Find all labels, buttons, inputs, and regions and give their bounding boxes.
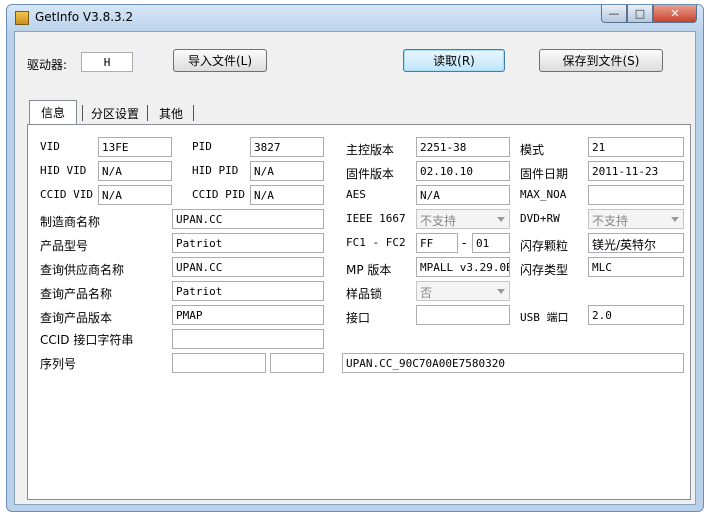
serial-field-b[interactable] bbox=[270, 353, 324, 373]
sample-lock-label: 样品锁 bbox=[346, 287, 383, 301]
chevron-down-icon bbox=[497, 289, 505, 294]
firmware-date-field[interactable]: 2011-11-23 bbox=[588, 161, 684, 181]
fc-label: FC1 - FC2 bbox=[346, 236, 406, 249]
tab-separator bbox=[147, 105, 148, 121]
fc1-field[interactable]: FF bbox=[416, 233, 458, 253]
query-vendor-label: 查询供应商名称 bbox=[40, 263, 125, 277]
sample-lock-combo[interactable]: 否 bbox=[416, 281, 510, 301]
max-noa-label: MAX_NOA bbox=[520, 188, 567, 201]
app-window: GetInfo V3.8.3.2 — □ ✕ 驱动器: H 导入文件(L) 读取… bbox=[6, 4, 704, 512]
hid-pid-field[interactable]: N/A bbox=[250, 161, 324, 181]
chevron-down-icon bbox=[497, 217, 505, 222]
aes-label: AES bbox=[346, 188, 366, 201]
chevron-down-icon bbox=[671, 217, 679, 222]
serial-label: 序列号 bbox=[40, 357, 77, 371]
sample-lock-combo-value: 否 bbox=[420, 286, 433, 300]
import-file-button[interactable]: 导入文件(L) bbox=[173, 49, 267, 72]
query-version-label: 查询产品版本 bbox=[40, 311, 113, 325]
fc2-field[interactable]: 01 bbox=[472, 233, 510, 253]
ieee-label: IEEE 1667 bbox=[346, 212, 406, 225]
pid-label: PID bbox=[192, 140, 212, 153]
title-bar[interactable]: GetInfo V3.8.3.2 — □ ✕ bbox=[7, 5, 703, 31]
dvd-rw-combo-value: 不支持 bbox=[592, 214, 629, 228]
save-to-file-button[interactable]: 保存到文件(S) bbox=[539, 49, 663, 72]
serial-field-a[interactable] bbox=[172, 353, 266, 373]
firmware-version-field[interactable]: 02.10.10 bbox=[416, 161, 510, 181]
query-product-label: 查询产品名称 bbox=[40, 287, 113, 301]
window-title: GetInfo V3.8.3.2 bbox=[35, 10, 134, 24]
drive-label: 驱动器: bbox=[27, 58, 68, 72]
ccid-pid-label: CCID PID bbox=[192, 188, 245, 201]
serial-full-field[interactable]: UPAN.CC_90C70A00E7580320 bbox=[342, 353, 684, 373]
tab-other[interactable]: 其他 bbox=[151, 102, 191, 124]
ccid-iface-field[interactable] bbox=[172, 329, 324, 349]
mp-version-label: MP 版本 bbox=[346, 263, 392, 277]
dvd-rw-label: DVD+RW bbox=[520, 212, 560, 225]
maximize-button[interactable]: □ bbox=[627, 5, 653, 23]
firmware-date-label: 固件日期 bbox=[520, 167, 569, 181]
aes-field[interactable]: N/A bbox=[416, 185, 510, 205]
query-product-field[interactable]: Patriot bbox=[172, 281, 324, 301]
flash-chip-field[interactable]: 镁光/英特尔 bbox=[588, 233, 684, 253]
ccid-iface-label: CCID 接口字符串 bbox=[40, 333, 134, 347]
product-model-field[interactable]: Patriot bbox=[172, 233, 324, 253]
controller-version-label: 主控版本 bbox=[346, 143, 395, 157]
mp-version-field[interactable]: MPALL v3.29.0B bbox=[416, 257, 510, 277]
hid-vid-field[interactable]: N/A bbox=[98, 161, 172, 181]
manufacturer-field[interactable]: UPAN.CC bbox=[172, 209, 324, 229]
query-vendor-field[interactable]: UPAN.CC bbox=[172, 257, 324, 277]
read-button[interactable]: 读取(R) bbox=[403, 49, 505, 72]
drive-field[interactable]: H bbox=[81, 52, 133, 72]
firmware-version-label: 固件版本 bbox=[346, 167, 395, 181]
flash-type-field[interactable]: MLC bbox=[588, 257, 684, 277]
dvd-rw-combo[interactable]: 不支持 bbox=[588, 209, 684, 229]
ieee-combo[interactable]: 不支持 bbox=[416, 209, 510, 229]
flash-type-label: 闪存类型 bbox=[520, 263, 569, 277]
interface-label: 接口 bbox=[346, 311, 371, 325]
info-panel: VID 13FE HID VID N/A CCID VID N/A PID 38… bbox=[27, 124, 691, 500]
query-version-field[interactable]: PMAP bbox=[172, 305, 324, 325]
hid-vid-label: HID VID bbox=[40, 164, 87, 177]
vid-field[interactable]: 13FE bbox=[98, 137, 172, 157]
mode-label: 模式 bbox=[520, 143, 545, 157]
mode-field[interactable]: 21 bbox=[588, 137, 684, 157]
tab-separator bbox=[82, 105, 83, 121]
hid-pid-label: HID PID bbox=[192, 164, 239, 177]
minimize-button[interactable]: — bbox=[601, 5, 627, 23]
pid-field[interactable]: 3827 bbox=[250, 137, 324, 157]
app-icon bbox=[15, 11, 29, 25]
usb-port-label: USB 端口 bbox=[520, 311, 569, 324]
interface-field[interactable] bbox=[416, 305, 510, 325]
ccid-pid-field[interactable]: N/A bbox=[250, 185, 324, 205]
ccid-vid-field[interactable]: N/A bbox=[98, 185, 172, 205]
close-button[interactable]: ✕ bbox=[653, 5, 697, 23]
controller-version-field[interactable]: 2251-38 bbox=[416, 137, 510, 157]
client-area: 驱动器: H 导入文件(L) 读取(R) 保存到文件(S) 信息 分区设置 其他… bbox=[14, 31, 696, 505]
tab-info[interactable]: 信息 bbox=[29, 100, 77, 124]
max-noa-field[interactable] bbox=[588, 185, 684, 205]
window-controls: — □ ✕ bbox=[601, 5, 697, 23]
vid-label: VID bbox=[40, 140, 60, 153]
product-model-label: 产品型号 bbox=[40, 239, 89, 253]
tab-partition[interactable]: 分区设置 bbox=[85, 102, 145, 124]
manufacturer-label: 制造商名称 bbox=[40, 215, 101, 229]
flash-chip-label: 闪存颗粒 bbox=[520, 239, 569, 253]
ccid-vid-label: CCID VID bbox=[40, 188, 93, 201]
usb-port-field[interactable]: 2.0 bbox=[588, 305, 684, 325]
tab-separator bbox=[193, 105, 194, 121]
ieee-combo-value: 不支持 bbox=[420, 214, 457, 228]
fc-dash: - bbox=[462, 236, 467, 250]
